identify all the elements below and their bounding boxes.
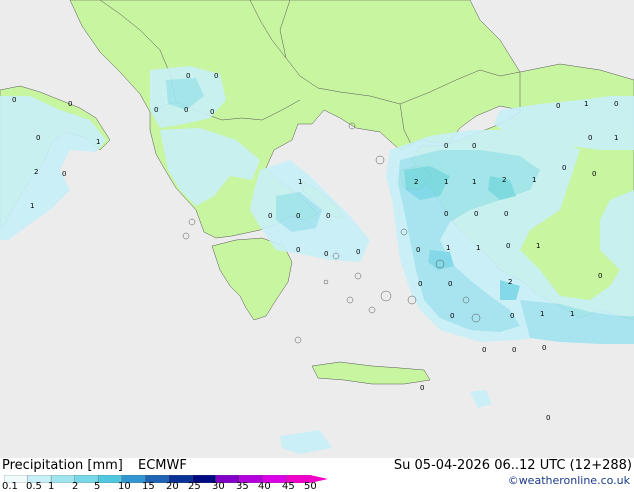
legend-label: 20 <box>166 481 179 492</box>
map-value: 1 <box>532 176 536 184</box>
map-value: 1 <box>472 178 476 186</box>
legend-label: 15 <box>142 481 155 492</box>
legend-label: 35 <box>236 481 249 492</box>
legend-label: 0.5 <box>26 481 42 492</box>
map-value: 2 <box>414 178 418 186</box>
map-value: 2 <box>34 168 38 176</box>
map-value: 1 <box>30 202 34 210</box>
map-value: 0 <box>598 272 602 280</box>
map-value: 0 <box>444 210 448 218</box>
map-value: 0 <box>184 106 188 114</box>
map-value: 0 <box>510 312 514 320</box>
map-value: 0 <box>592 170 596 178</box>
legend-label: 40 <box>258 481 271 492</box>
map-value: 0 <box>68 100 72 108</box>
map-value: 0 <box>12 96 16 104</box>
credit: ©weatheronline.co.uk <box>507 474 630 487</box>
map-value: 0 <box>186 72 190 80</box>
map-value: 0 <box>504 210 508 218</box>
map-value: 0 <box>444 142 448 150</box>
map-value: 2 <box>508 278 512 286</box>
map-value: 0 <box>356 248 360 256</box>
legend-label: 1 <box>48 481 55 492</box>
map-value: 0 <box>562 164 566 172</box>
precipitation-title: Precipitation [mm] <box>2 458 123 473</box>
legend-label: 50 <box>304 481 317 492</box>
map-value: 0 <box>546 414 550 422</box>
map-value: 0 <box>448 280 452 288</box>
map-value: 0 <box>450 312 454 320</box>
map-value: 2 <box>502 176 506 184</box>
model-name: ECMWF <box>138 458 187 473</box>
map-value: 1 <box>298 178 302 186</box>
map-value: 0 <box>420 384 424 392</box>
map-value: 1 <box>536 242 540 250</box>
map-value: 0 <box>296 246 300 254</box>
map-value: 1 <box>446 244 450 252</box>
legend-label: 45 <box>282 481 295 492</box>
legend-label: 10 <box>118 481 131 492</box>
legend-label: 25 <box>188 481 201 492</box>
map-value: 0 <box>588 134 592 142</box>
map-value: 0 <box>472 142 476 150</box>
legend-label: 0.1 <box>2 481 18 492</box>
map-value: 0 <box>296 212 300 220</box>
map-value: 0 <box>214 72 218 80</box>
map-value: 0 <box>62 170 66 178</box>
map-value: 1 <box>584 100 588 108</box>
map-value: 0 <box>210 108 214 116</box>
map-value: 0 <box>512 346 516 354</box>
map-value: 1 <box>614 134 618 142</box>
legend-label: 5 <box>94 481 101 492</box>
map-value: 1 <box>540 310 544 318</box>
map-value: 0 <box>482 346 486 354</box>
valid-time: Su 05-04-2026 06..12 UTC (12+288) <box>393 458 632 473</box>
map-value: 0 <box>542 344 546 352</box>
map-value: 0 <box>614 100 618 108</box>
map-value: 0 <box>416 246 420 254</box>
map-value: 0 <box>506 242 510 250</box>
map-value: 0 <box>326 212 330 220</box>
map-value: 0 <box>324 250 328 258</box>
map-value: 1 <box>96 138 100 146</box>
map-value: 0 <box>474 210 478 218</box>
map-value: 1 <box>476 244 480 252</box>
map-value: 0 <box>418 280 422 288</box>
map-value: 0 <box>154 106 158 114</box>
map-value: 0 <box>36 134 40 142</box>
map-value: 1 <box>444 178 448 186</box>
precipitation-map: 0 0 0 0 0 0 0 0 1 2 0 1 0 0 0 1 0 0 0 0 … <box>0 0 634 458</box>
map-value: 1 <box>570 310 574 318</box>
map-value: 0 <box>268 212 272 220</box>
legend-label: 2 <box>72 481 79 492</box>
map-value: 0 <box>556 102 560 110</box>
legend-label: 30 <box>212 481 225 492</box>
